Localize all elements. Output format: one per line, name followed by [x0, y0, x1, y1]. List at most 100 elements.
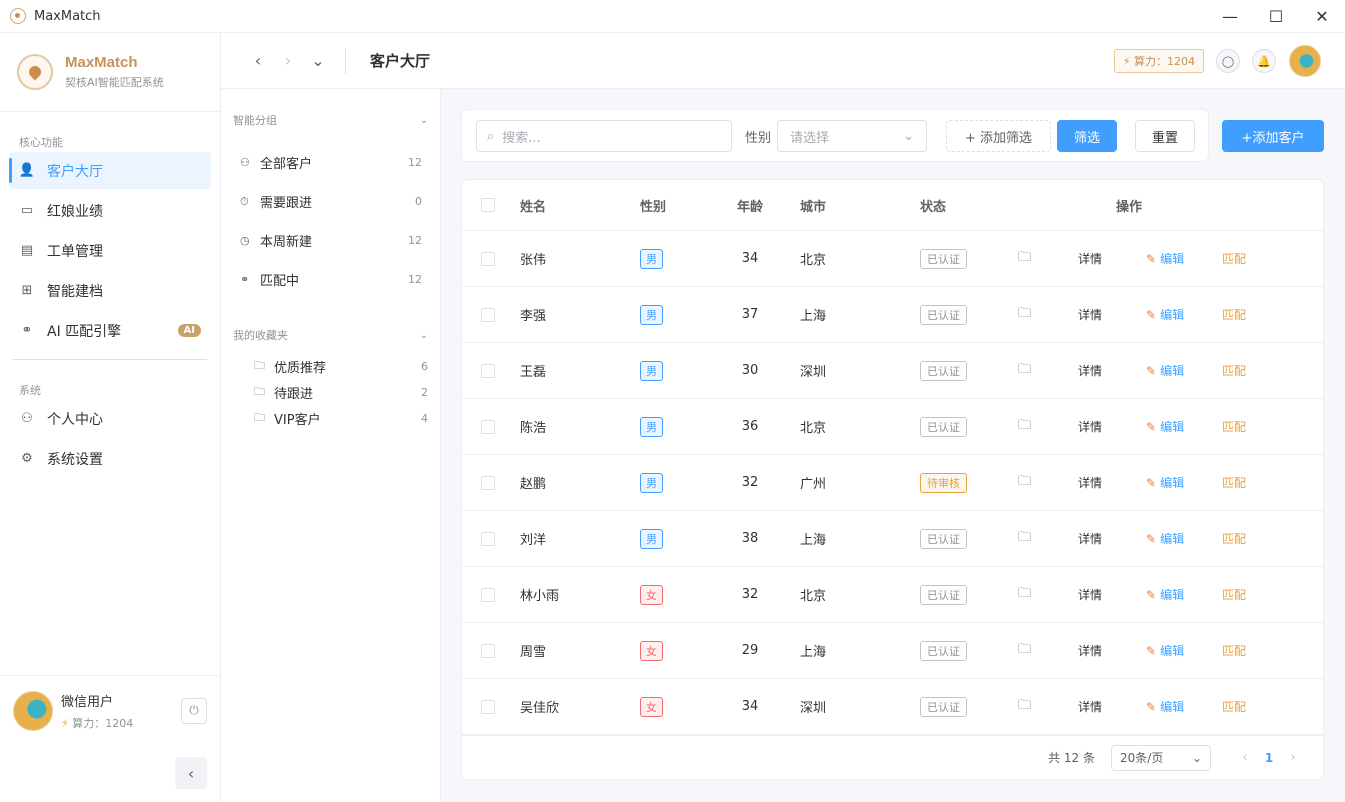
add-customer-button[interactable]: +添加客户	[1222, 120, 1324, 152]
folder-icon[interactable]: 🗀	[1018, 304, 1078, 326]
group-item-new-this-week[interactable]: ◷ 本周新建 12	[221, 221, 440, 260]
avatar[interactable]	[13, 690, 53, 731]
folder-icon[interactable]: 🗀	[1018, 248, 1078, 270]
group-item-all[interactable]: ⚇ 全部客户 12	[221, 143, 440, 182]
header-avatar[interactable]	[1289, 45, 1321, 77]
favorite-count: 2	[421, 385, 428, 399]
folder-icon[interactable]: 🗀	[1018, 360, 1078, 382]
detail-link[interactable]: 详情	[1078, 362, 1138, 379]
row-checkbox[interactable]	[481, 531, 495, 546]
match-link[interactable]: 匹配	[1222, 530, 1246, 547]
page-number[interactable]: 1	[1257, 751, 1281, 765]
collapse-sidebar-button[interactable]: ‹	[175, 757, 207, 789]
favorites-header[interactable]: 我的收藏夹 ⌄	[221, 317, 440, 353]
status-badge: 已认证	[920, 696, 967, 717]
edit-link[interactable]: ✎ 编辑	[1138, 698, 1222, 715]
match-link[interactable]: 匹配	[1222, 362, 1246, 379]
row-checkbox[interactable]	[481, 475, 495, 490]
row-checkbox[interactable]	[481, 363, 495, 378]
bell-icon: 🔔	[1257, 54, 1271, 68]
folder-icon[interactable]: 🗀	[1018, 416, 1078, 438]
favorite-item[interactable]: 🗀 优质推荐 6	[221, 353, 440, 379]
row-checkbox[interactable]	[481, 699, 495, 714]
select-all-checkbox[interactable]	[481, 198, 495, 212]
close-button[interactable]: ✕	[1299, 0, 1345, 33]
search-input[interactable]: ⌕ 搜索...	[476, 120, 732, 152]
sex-select[interactable]: 请选择 ⌄	[777, 120, 927, 152]
group-item-follow-up[interactable]: ⏱ 需要跟进 0	[221, 182, 440, 221]
favorite-label: 优质推荐	[274, 360, 327, 376]
edit-link[interactable]: ✎ 编辑	[1138, 642, 1222, 659]
minimize-button[interactable]: —	[1207, 0, 1253, 33]
match-link[interactable]: 匹配	[1222, 698, 1246, 715]
folder-icon[interactable]: 🗀	[1018, 472, 1078, 494]
smart-groups-header[interactable]: 智能分组 ⌄	[221, 89, 440, 143]
sidebar-item-ticket-management[interactable]: ▤ 工单管理	[9, 232, 211, 269]
match-link[interactable]: 匹配	[1222, 474, 1246, 491]
detail-link[interactable]: 详情	[1078, 586, 1138, 603]
match-link[interactable]: 匹配	[1222, 586, 1246, 603]
favorite-label: VIP客户	[274, 412, 321, 428]
header-settings-button[interactable]: ◯	[1216, 49, 1240, 73]
favorite-item[interactable]: 🗀 待跟进 2	[221, 379, 440, 405]
detail-link[interactable]: 详情	[1078, 530, 1138, 547]
prev-page-button[interactable]: ‹	[1233, 750, 1257, 765]
edit-link[interactable]: ✎ 编辑	[1138, 306, 1222, 323]
row-checkbox[interactable]	[481, 251, 495, 266]
detail-link[interactable]: 详情	[1078, 642, 1138, 659]
row-checkbox[interactable]	[481, 587, 495, 602]
filter-button[interactable]: 筛选	[1057, 120, 1117, 152]
notifications-button[interactable]: 🔔	[1252, 49, 1276, 73]
sidebar-item-matchmaker-performance[interactable]: ▭ 红娘业绩	[9, 192, 211, 229]
sex-tag: 女	[640, 584, 663, 605]
sidebar-item-ai-match-engine[interactable]: ⚭ AI 匹配引擎 AI	[9, 312, 211, 349]
sidebar-item-label: 工单管理	[47, 243, 103, 260]
row-checkbox[interactable]	[481, 419, 495, 434]
sidebar-item-label: 系统设置	[47, 451, 103, 468]
detail-link[interactable]: 详情	[1078, 418, 1138, 435]
edit-link[interactable]: ✎ 编辑	[1138, 474, 1222, 491]
page-size-select[interactable]: 20条/页 ⌄	[1111, 744, 1211, 771]
edit-link[interactable]: ✎ 编辑	[1138, 530, 1222, 547]
match-link[interactable]: 匹配	[1222, 642, 1246, 659]
edit-link[interactable]: ✎ 编辑	[1138, 418, 1222, 435]
row-checkbox[interactable]	[481, 307, 495, 322]
group-item-matching[interactable]: ⚭ 匹配中 12	[221, 260, 440, 299]
detail-link[interactable]: 详情	[1078, 474, 1138, 491]
edit-link[interactable]: ✎ 编辑	[1138, 362, 1222, 379]
user-power-value: 算力：1204	[72, 716, 134, 730]
detail-link[interactable]: 详情	[1078, 698, 1138, 715]
window-controls: — ☐ ✕	[1207, 0, 1345, 33]
add-filter-button[interactable]: + 添加筛选	[946, 120, 1051, 152]
user-name: 微信用户	[61, 694, 114, 710]
match-link[interactable]: 匹配	[1222, 418, 1246, 435]
logout-button[interactable]: ⏻	[181, 697, 207, 724]
sidebar-item-personal-center[interactable]: ⚇ 个人中心	[9, 400, 211, 437]
next-page-button[interactable]: ›	[1281, 750, 1305, 765]
cell-age: 32	[741, 587, 759, 602]
folder-icon[interactable]: 🗀	[1018, 528, 1078, 550]
back-button[interactable]: ‹	[243, 51, 273, 70]
sidebar-item-system-settings[interactable]: ⚙ 系统设置	[9, 440, 211, 477]
folder-icon[interactable]: 🗀	[1018, 640, 1078, 662]
folder-icon[interactable]: 🗀	[1018, 584, 1078, 606]
reset-button[interactable]: 重置	[1135, 120, 1195, 152]
detail-link[interactable]: 详情	[1078, 306, 1138, 323]
match-link[interactable]: 匹配	[1222, 250, 1246, 267]
folder-icon[interactable]: 🗀	[1018, 696, 1078, 718]
detail-link[interactable]: 详情	[1078, 250, 1138, 267]
pagination: 共 12 条 20条/页 ⌄ ‹ 1 ›	[462, 735, 1323, 779]
maximize-button[interactable]: ☐	[1253, 0, 1299, 33]
favorite-item[interactable]: 🗀 VIP客户 4	[221, 405, 440, 431]
smart-groups-title: 智能分组	[233, 114, 277, 127]
edit-link[interactable]: ✎ 编辑	[1138, 586, 1222, 603]
history-dropdown-button[interactable]: ⌄	[303, 51, 333, 70]
sidebar-item-customer-hall[interactable]: 👤 客户大厅	[9, 152, 211, 189]
forward-button[interactable]: ›	[273, 51, 303, 70]
match-link[interactable]: 匹配	[1222, 306, 1246, 323]
pencil-icon: ✎	[1146, 252, 1157, 266]
row-checkbox[interactable]	[481, 643, 495, 658]
edit-link[interactable]: ✎ 编辑	[1138, 250, 1222, 267]
bolt-icon: ⚡	[1122, 54, 1131, 68]
sidebar-item-smart-profile[interactable]: ⊞ 智能建档	[9, 272, 211, 309]
